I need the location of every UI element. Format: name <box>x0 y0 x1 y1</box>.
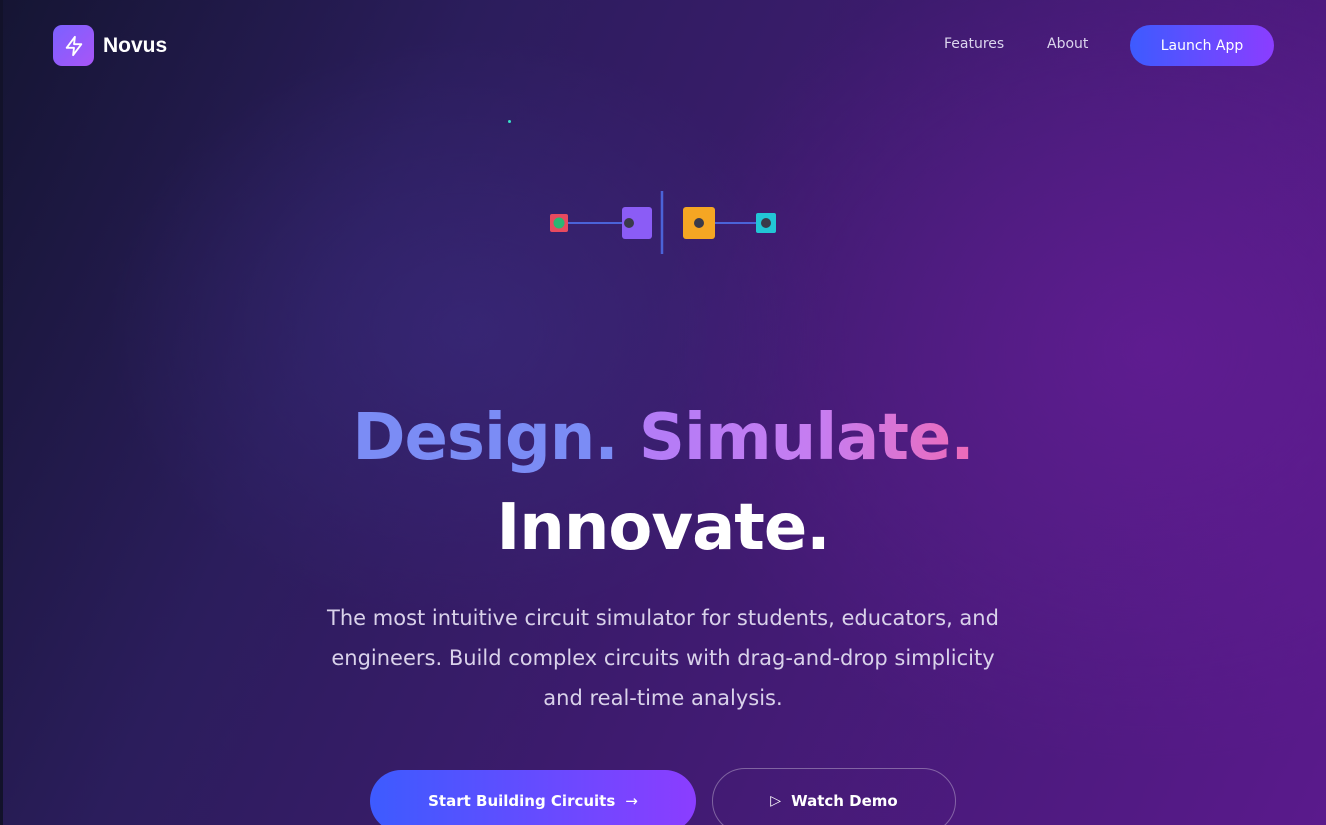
watch-demo-button[interactable]: ▷ Watch Demo <box>712 768 956 825</box>
start-building-button[interactable]: Start Building Circuits → <box>370 770 696 825</box>
subtitle-line-3: and real-time analysis. <box>543 686 783 710</box>
brand-name: Novus <box>103 33 168 57</box>
circuit-illustration <box>550 191 776 254</box>
start-building-label: Start Building Circuits <box>428 792 616 810</box>
top-nav: Novus Features About Launch App <box>0 0 1326 90</box>
lightning-bolt-icon <box>53 25 94 66</box>
headline-innovate: Innovate. <box>496 491 830 565</box>
watch-demo-label: Watch Demo <box>791 792 898 810</box>
nav-link-about[interactable]: About <box>1047 36 1088 52</box>
subtitle-line-2: engineers. Build complex circuits with d… <box>331 646 995 670</box>
hero-subtitle: The most intuitive circuit simulator for… <box>263 598 1063 718</box>
headline-simulate: Simulate. <box>639 393 975 483</box>
headline-design: Design. <box>352 401 618 475</box>
play-icon: ▷ <box>770 793 782 809</box>
arrow-right-icon: → <box>625 792 638 810</box>
purple-terminal <box>624 218 634 228</box>
subtitle-line-1: The most intuitive circuit simulator for… <box>327 606 999 630</box>
orange-terminal <box>694 218 704 228</box>
launch-app-button[interactable]: Launch App <box>1130 25 1274 66</box>
hero-headline: Design. Simulate. Innovate. <box>0 393 1326 573</box>
green-terminal <box>553 217 565 229</box>
brand[interactable]: Novus <box>53 25 167 66</box>
sparkle-dot <box>508 120 511 123</box>
nav-link-features[interactable]: Features <box>944 36 1004 52</box>
cyan-terminal <box>761 218 771 228</box>
